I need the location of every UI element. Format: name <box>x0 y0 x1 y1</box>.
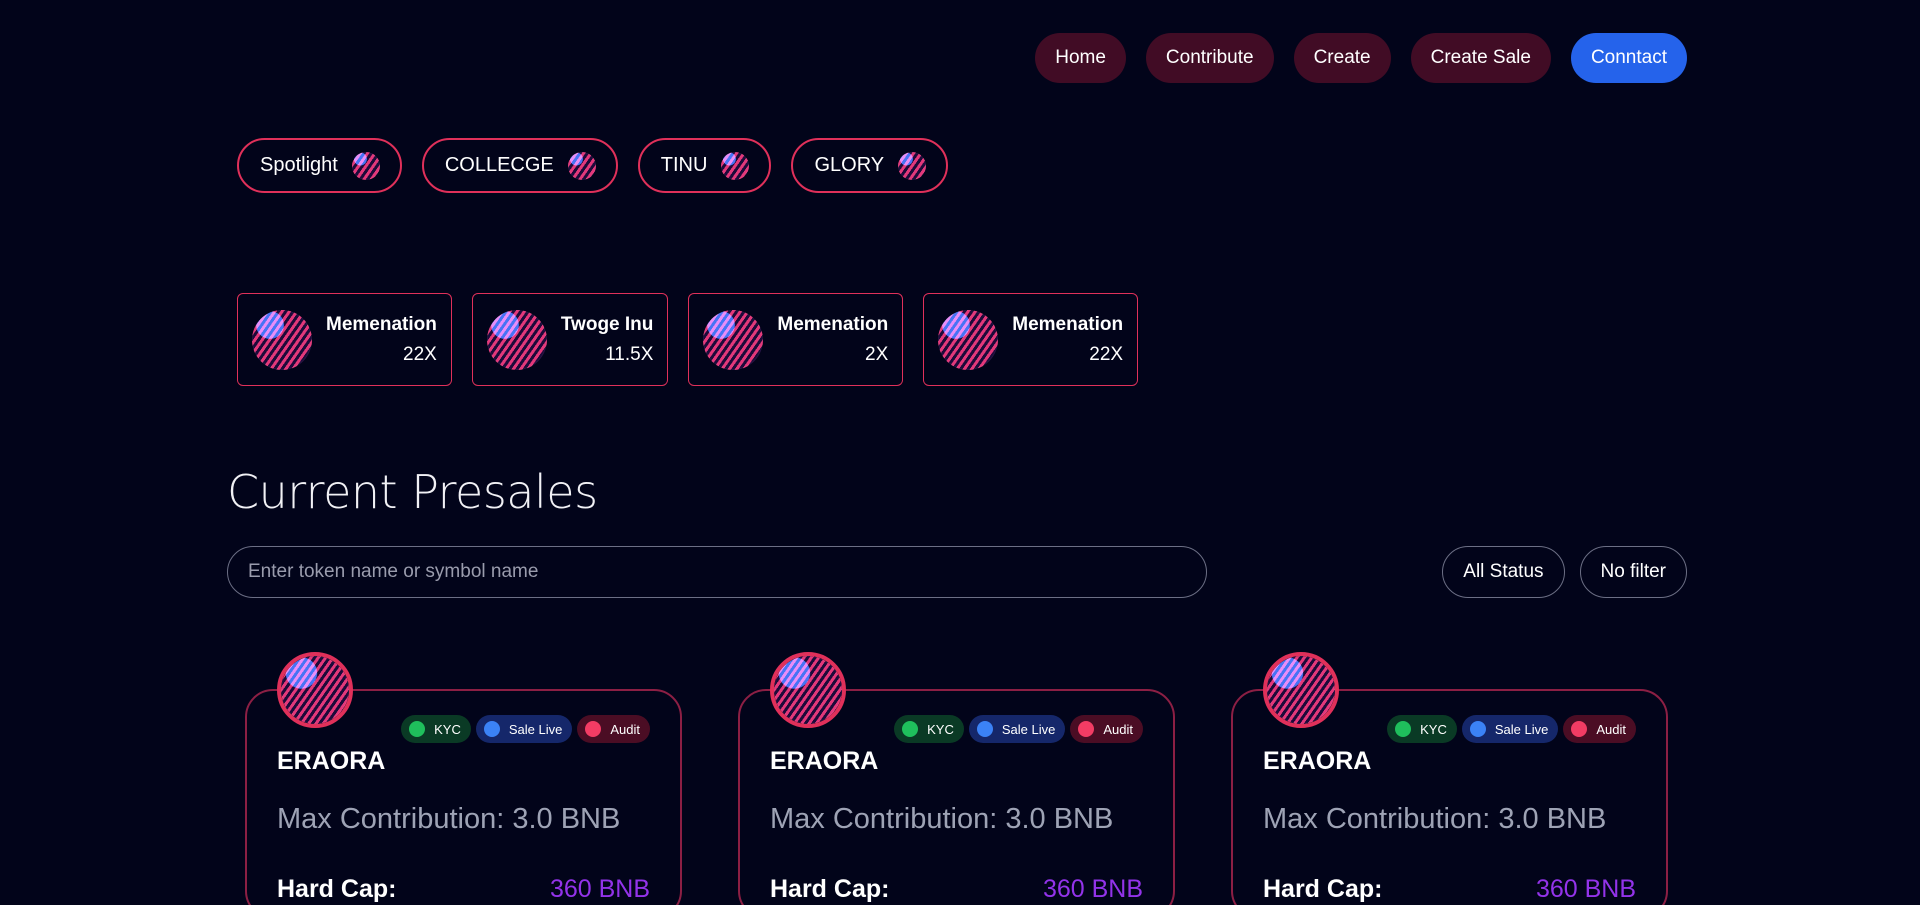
badge-label: KYC <box>1420 721 1447 737</box>
token-logo-icon <box>774 656 842 724</box>
trending-info: Memenation 2X <box>777 314 888 366</box>
tag-tinu[interactable]: TINU <box>637 138 772 193</box>
trending-multiplier: 22X <box>403 343 437 365</box>
nav-create-button[interactable]: Create <box>1293 33 1391 83</box>
hard-cap-value: 360 BNB <box>1535 875 1636 903</box>
token-logo-icon <box>703 309 764 370</box>
badge-group: KYC Sale Live Audit <box>401 715 650 743</box>
token-logo-icon <box>567 151 596 180</box>
token-logo-icon <box>351 151 380 180</box>
hard-cap-label: Hard Cap: <box>1263 875 1383 903</box>
presale-card[interactable]: KYC Sale Live Audit ERAORA Max Contribut… <box>738 652 1175 905</box>
status-dot-icon <box>902 721 919 737</box>
trending-multiplier: 22X <box>1089 343 1124 365</box>
trending-card[interactable]: Twoge Inu 11.5X <box>471 293 669 386</box>
token-name: ERAORA <box>770 747 879 775</box>
tag-glory[interactable]: GLORY <box>791 138 949 193</box>
tag-label: Spotlight <box>260 154 338 176</box>
badge-label: Sale Live <box>1494 721 1549 737</box>
presale-card[interactable]: KYC Sale Live Audit ERAORA Max Contribut… <box>245 652 682 905</box>
trending-list: Memenation 22X Twoge Inu 11.5X Memenatio… <box>237 293 1139 386</box>
badge-label: Sale Live <box>1001 721 1056 737</box>
hard-cap-value: 360 BNB <box>549 875 650 903</box>
trending-name: Memenation <box>777 313 889 335</box>
hard-cap-label: Hard Cap: <box>770 875 890 903</box>
kyc-badge: KYC <box>1387 715 1457 743</box>
status-dot-icon <box>409 721 426 737</box>
hard-cap-value: 360 BNB <box>1042 875 1143 903</box>
kyc-badge: KYC <box>401 715 471 743</box>
token-avatar <box>1263 652 1339 728</box>
status-dot-icon <box>1469 721 1486 737</box>
status-dot-icon <box>1571 721 1588 737</box>
token-name: ERAORA <box>1263 747 1372 775</box>
badge-label: Sale Live <box>508 721 563 737</box>
token-logo-icon <box>1267 656 1335 724</box>
status-dot-icon <box>1078 721 1095 737</box>
badge-label: Audit <box>1103 721 1133 737</box>
sale-live-badge: Sale Live <box>1461 715 1559 743</box>
badge-label: KYC <box>434 721 461 737</box>
status-dot-icon <box>976 721 993 737</box>
status-dot-icon <box>483 721 500 737</box>
token-avatar <box>277 652 353 728</box>
trending-multiplier: 2X <box>865 343 889 365</box>
nav-create-sale-button[interactable]: Create Sale <box>1410 33 1551 83</box>
trending-multiplier: 11.5X <box>605 343 654 365</box>
nav-contact-button[interactable]: Conntact <box>1570 33 1687 83</box>
badge-group: KYC Sale Live Audit <box>1387 715 1636 743</box>
token-logo-icon <box>252 309 312 370</box>
trending-name: Twoge Inu <box>560 313 654 335</box>
badge-label: Audit <box>610 721 640 737</box>
token-logo-icon <box>281 656 349 724</box>
trending-name: Memenation <box>1012 313 1124 335</box>
tag-label: GLORY <box>814 154 885 176</box>
sale-live-badge: Sale Live <box>968 715 1066 743</box>
nav-contribute-button[interactable]: Contribute <box>1145 33 1274 83</box>
nav-home-button[interactable]: Home <box>1035 33 1126 83</box>
max-contribution: Max Contribution: 3.0 BNB <box>770 803 1114 835</box>
trending-name: Memenation <box>326 313 437 335</box>
trending-info: Memenation 22X <box>326 314 437 366</box>
filter-group: All Status No filter <box>1442 546 1687 598</box>
trending-card[interactable]: Memenation 22X <box>237 293 452 386</box>
sale-live-badge: Sale Live <box>475 715 573 743</box>
status-filter-button[interactable]: All Status <box>1442 546 1565 598</box>
presale-card[interactable]: KYC Sale Live Audit ERAORA Max Contribut… <box>1231 652 1668 905</box>
trending-card[interactable]: Memenation 2X <box>688 293 904 386</box>
status-dot-icon <box>585 721 602 737</box>
sort-filter-button[interactable]: No filter <box>1579 546 1687 598</box>
token-name: ERAORA <box>277 747 386 775</box>
tag-list: Spotlight COLLECGE TINU GLORY <box>237 138 949 193</box>
token-logo-icon <box>898 151 927 180</box>
token-search-input[interactable] <box>227 546 1207 598</box>
trending-info: Twoge Inu 11.5X <box>561 314 654 366</box>
max-contribution: Max Contribution: 3.0 BNB <box>277 803 621 835</box>
audit-badge: Audit <box>1563 715 1636 743</box>
top-nav: Home Contribute Create Create Sale Connt… <box>1035 33 1687 83</box>
hard-cap-label: Hard Cap: <box>277 875 397 903</box>
token-avatar <box>770 652 846 728</box>
max-contribution: Max Contribution: 3.0 BNB <box>1263 803 1607 835</box>
tag-label: COLLECGE <box>444 154 554 176</box>
tag-collecge[interactable]: COLLECGE <box>421 138 618 193</box>
trending-card[interactable]: Memenation 22X <box>923 293 1139 386</box>
badge-label: KYC <box>927 721 954 737</box>
hard-cap-row: Hard Cap: 360 BNB <box>1263 875 1636 904</box>
tag-label: TINU <box>660 154 708 176</box>
hard-cap-row: Hard Cap: 360 BNB <box>770 875 1143 904</box>
badge-group: KYC Sale Live Audit <box>894 715 1143 743</box>
kyc-badge: KYC <box>894 715 964 743</box>
trending-info: Memenation 22X <box>1012 314 1123 366</box>
audit-badge: Audit <box>577 715 650 743</box>
section-title: Current Presales <box>227 465 598 519</box>
token-logo-icon <box>938 309 999 370</box>
token-logo-icon <box>721 151 750 180</box>
badge-label: Audit <box>1596 721 1626 737</box>
audit-badge: Audit <box>1070 715 1143 743</box>
token-logo-icon <box>486 309 547 370</box>
tag-spotlight[interactable]: Spotlight <box>237 138 402 193</box>
hard-cap-row: Hard Cap: 360 BNB <box>277 875 650 904</box>
status-dot-icon <box>1395 721 1412 737</box>
